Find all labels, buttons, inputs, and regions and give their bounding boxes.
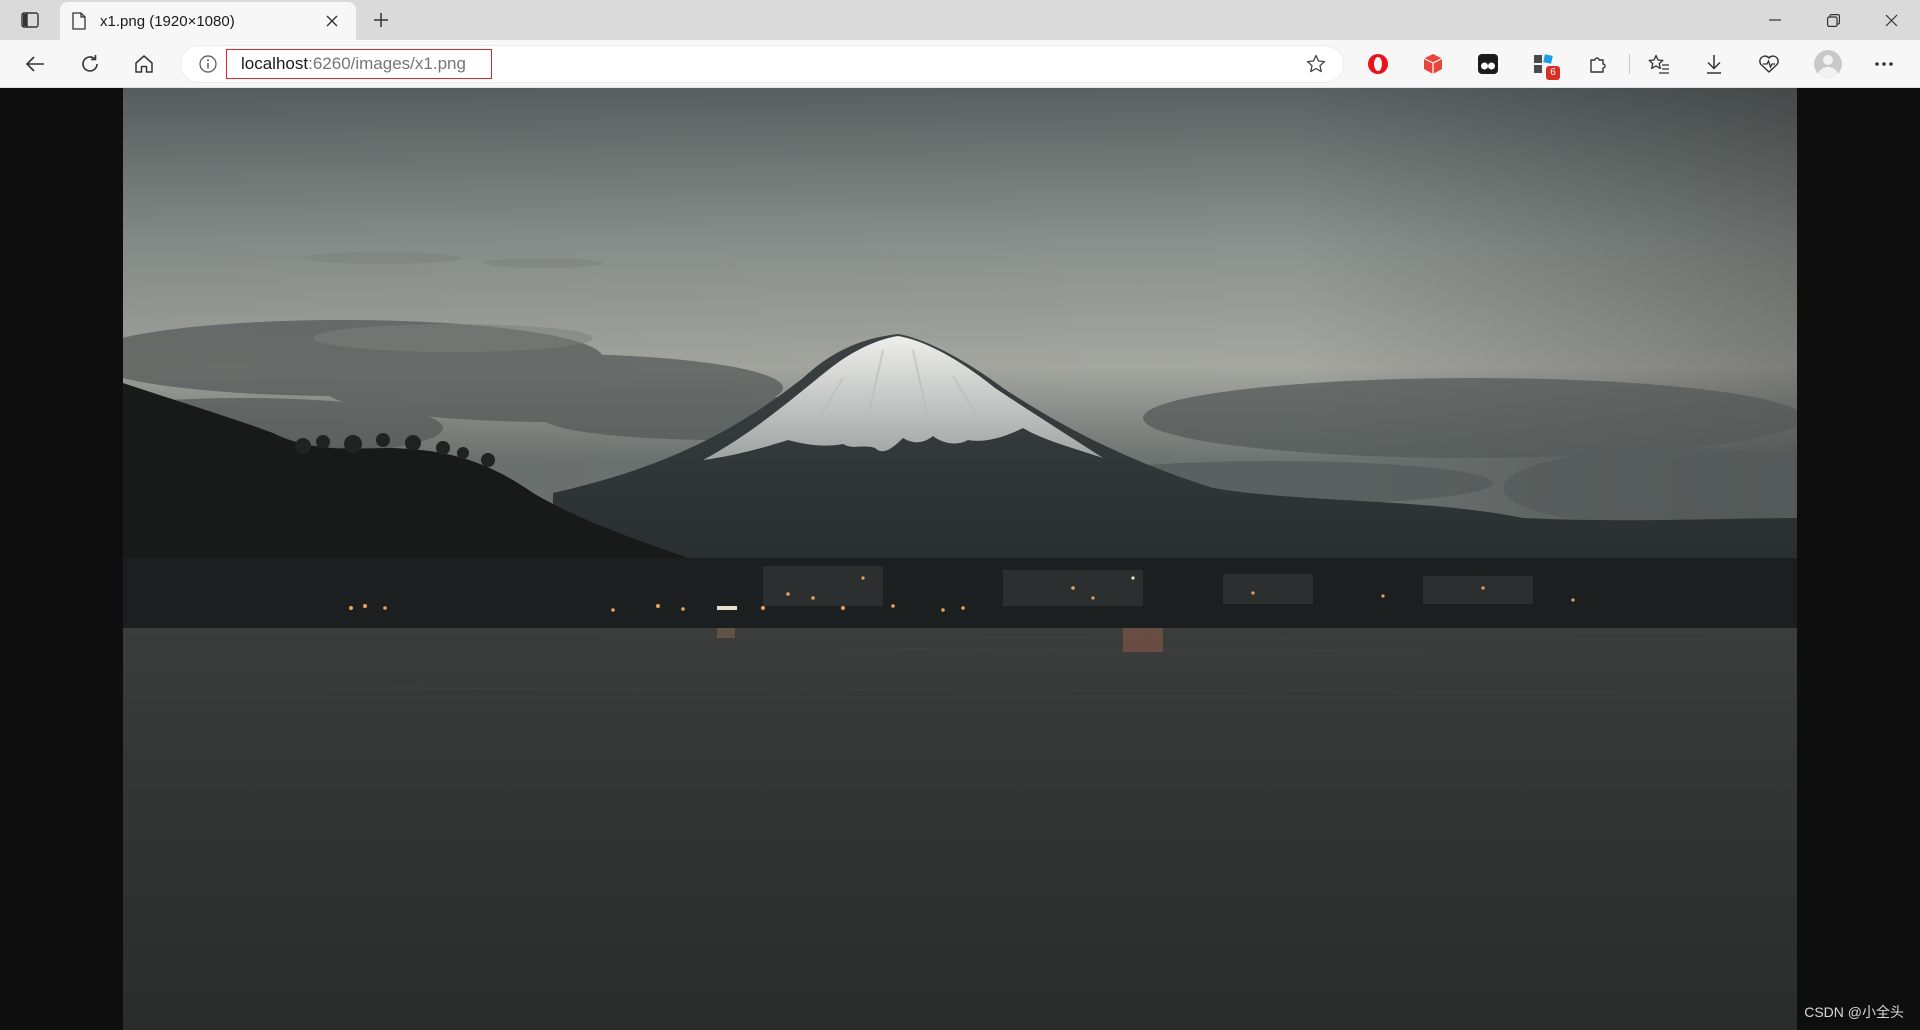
minimize-button[interactable]: [1746, 0, 1804, 40]
plus-icon: [374, 13, 388, 27]
tab-title: x1.png (1920×1080): [100, 12, 235, 30]
avatar: [1814, 50, 1842, 78]
refresh-button[interactable]: [71, 46, 109, 82]
tab-actions-button[interactable]: [10, 6, 50, 34]
restore-button[interactable]: [1804, 0, 1862, 40]
more-dots-icon: [1875, 62, 1893, 66]
url-highlight-box[interactable]: localhost:6260/images/x1.png: [226, 49, 492, 79]
refresh-icon: [82, 55, 98, 72]
download-icon: [1707, 55, 1721, 74]
extension-cube-button[interactable]: [1414, 46, 1452, 82]
extension-tampermonkey-button[interactable]: [1469, 46, 1507, 82]
red-cube-icon: [1423, 54, 1443, 74]
favorite-star-icon[interactable]: [1306, 54, 1326, 74]
extension-badge: 6: [1546, 66, 1560, 80]
tampermonkey-icon: [1478, 54, 1498, 74]
back-button[interactable]: [16, 46, 54, 82]
mountain-landscape-image: [123, 88, 1797, 1030]
extensions-button[interactable]: [1579, 46, 1617, 82]
favorites-list-icon: [1648, 54, 1669, 74]
close-window-icon: [1885, 14, 1897, 26]
sidebar-panel-icon: [21, 12, 39, 28]
tab-strip: x1.png (1920×1080): [0, 0, 1920, 40]
browser-toolbar: localhost:6260/images/x1.png 6: [0, 40, 1920, 88]
extension-apps-button[interactable]: 6: [1524, 46, 1562, 82]
url-path: :6260/images/x1.png: [308, 54, 466, 73]
favorites-button[interactable]: [1640, 46, 1678, 82]
tab-close-button[interactable]: [320, 9, 344, 33]
close-icon: [326, 15, 338, 27]
settings-menu-button[interactable]: [1865, 46, 1903, 82]
downloads-button[interactable]: [1695, 46, 1733, 82]
close-window-button[interactable]: [1862, 0, 1920, 40]
displayed-image[interactable]: [123, 88, 1797, 1030]
site-info-icon[interactable]: [199, 55, 217, 73]
address-bar[interactable]: localhost:6260/images/x1.png: [180, 45, 1344, 83]
minimize-icon: [1769, 19, 1781, 21]
active-tab[interactable]: x1.png (1920×1080): [60, 2, 356, 40]
toolbar-separator: [1629, 54, 1630, 74]
extension-opera-button[interactable]: [1359, 46, 1397, 82]
profile-button[interactable]: [1809, 46, 1847, 82]
watermark: CSDN @小全头: [1804, 1004, 1904, 1020]
heart-pulse-icon: [1759, 55, 1779, 73]
new-tab-button[interactable]: [366, 6, 396, 34]
home-icon: [135, 55, 153, 73]
document-icon: [72, 12, 86, 30]
image-viewport: CSDN @小全头: [0, 88, 1920, 1030]
performance-button[interactable]: [1750, 46, 1788, 82]
url-host: localhost: [241, 54, 309, 73]
back-arrow-icon: [25, 56, 44, 72]
opera-logo-icon: [1368, 54, 1388, 74]
home-button[interactable]: [125, 46, 163, 82]
puzzle-icon: [1590, 57, 1606, 73]
restore-icon: [1826, 13, 1840, 27]
